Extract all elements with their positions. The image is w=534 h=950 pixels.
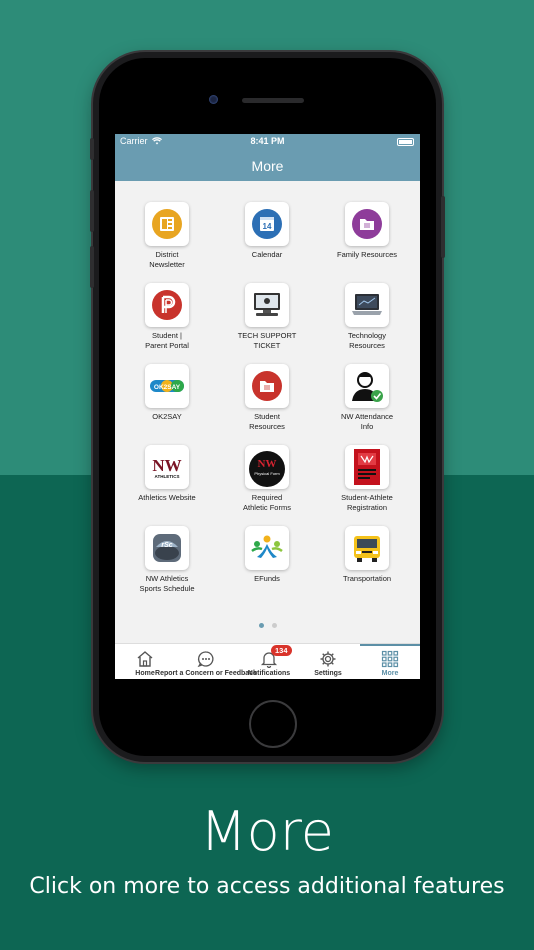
power-button [441, 196, 445, 258]
forms-logo-text: NW [258, 458, 277, 470]
folder-icon [245, 364, 289, 408]
tile-calendar[interactable]: 14 Calendar [217, 202, 317, 260]
efunds-icon [245, 526, 289, 570]
newspaper-icon [145, 202, 189, 246]
notification-badge: 134 [271, 645, 292, 656]
schedule-app-icon: rSc [145, 526, 189, 570]
tile-label: EFunds [254, 574, 280, 583]
folder-icon [345, 202, 389, 246]
bell-icon: 134 [259, 645, 292, 669]
tile-label: TECH SUPPORT TICKET [237, 331, 297, 350]
page-title: More [251, 157, 284, 174]
forms-logo-subtext: Physical Form [254, 471, 280, 476]
nw-athletics-logo: NW ATHLETICS [145, 445, 189, 489]
laptop-icon [345, 283, 389, 327]
speaker-grille [242, 98, 304, 103]
tile-label: Athletics Website [138, 493, 196, 502]
gear-icon [318, 649, 338, 669]
computer-icon [245, 283, 289, 327]
tile-label: Calendar [251, 250, 283, 259]
tile-nw-attendance-info[interactable]: NW Attendance Info [317, 364, 417, 432]
tab-settings[interactable]: Settings [303, 644, 353, 679]
tile-label: NW Attendance Info [340, 412, 394, 431]
mute-switch [90, 138, 94, 160]
tile-label: Family Resources [336, 250, 397, 259]
tile-student-athlete-registration[interactable]: Student-Athlete Registration [317, 445, 417, 513]
tile-family-resources[interactable]: Family Resources [317, 202, 417, 260]
volume-up-button [90, 190, 94, 232]
tile-label: OK2SAY [152, 412, 182, 421]
tile-transportation[interactable]: Transportation [317, 526, 417, 584]
ok2say-logo-text: OK2SAY [154, 384, 181, 391]
ok2say-logo: OK2SAY [145, 364, 189, 408]
schedule-logo-text: rSc [161, 542, 172, 549]
tile-nw-athletics-sports-schedule[interactable]: rSc NW Athletics Sports Schedule [117, 526, 217, 594]
tile-label: Student-Athlete Registration [341, 493, 393, 512]
tile-efunds[interactable]: EFunds [217, 526, 317, 584]
person-check-icon [345, 364, 389, 408]
tile-technology-resources[interactable]: Technology Resources [317, 283, 417, 351]
tab-more[interactable]: More [365, 644, 415, 679]
tile-label: NW Athletics Sports Schedule [139, 574, 195, 593]
registration-icon [345, 445, 389, 489]
calendar-day: 14 [263, 222, 272, 231]
status-time: 8:41 PM [250, 136, 285, 146]
tab-label: Settings [314, 670, 342, 677]
tile-label: Student Resources [249, 412, 285, 431]
page-indicator [115, 623, 420, 628]
caption-title: More [200, 800, 334, 863]
tile-athletics-website[interactable]: NW ATHLETICS Athletics Website [117, 445, 217, 503]
grid-icon [380, 649, 400, 669]
tab-notifications[interactable]: 134 Notifications [241, 644, 297, 679]
portal-icon [145, 283, 189, 327]
tab-bar: Home Report a Concern or Feedback 134 No… [115, 643, 420, 679]
tab-label: Notifications [247, 670, 291, 677]
tile-tech-support-ticket[interactable]: TECH SUPPORT TICKET [217, 283, 317, 351]
tile-label: District Newsletter [149, 250, 185, 269]
status-bar: Carrier 8:41 PM [115, 134, 420, 150]
camera-icon [209, 95, 218, 104]
tile-student-resources[interactable]: Student Resources [217, 364, 317, 432]
chat-icon [196, 649, 216, 669]
tile-label: Transportation [342, 574, 392, 583]
physical-form-icon: NW Physical Form [245, 445, 289, 489]
bus-icon [345, 526, 389, 570]
app-screen: Carrier 8:41 PM More District Newsletter… [115, 134, 420, 679]
tile-required-athletic-forms[interactable]: NW Physical Form Required Athletic Forms [217, 445, 317, 513]
tile-label: Required Athletic Forms [243, 493, 291, 512]
tile-label: Student | Parent Portal [145, 331, 189, 350]
home-hardware-button[interactable] [249, 700, 297, 748]
tile-district-newsletter[interactable]: District Newsletter [117, 202, 217, 270]
nav-bar: More [115, 150, 420, 181]
nw-logo-subtext: ATHLETICS [155, 474, 180, 479]
nw-logo-text: NW [152, 456, 181, 475]
calendar-icon: 14 [245, 202, 289, 246]
tab-label: More [381, 670, 399, 677]
battery-icon [397, 138, 414, 146]
page-dot[interactable] [271, 623, 277, 628]
caption-subtitle: Click on more to access additional featu… [29, 874, 505, 899]
volume-down-button [90, 246, 94, 288]
page-dot-active[interactable] [258, 623, 264, 628]
tile-ok2say[interactable]: OK2SAY OK2SAY [117, 364, 217, 422]
tile-label: Technology Resources [348, 331, 386, 350]
tile-student-parent-portal[interactable]: Student | Parent Portal [117, 283, 217, 351]
